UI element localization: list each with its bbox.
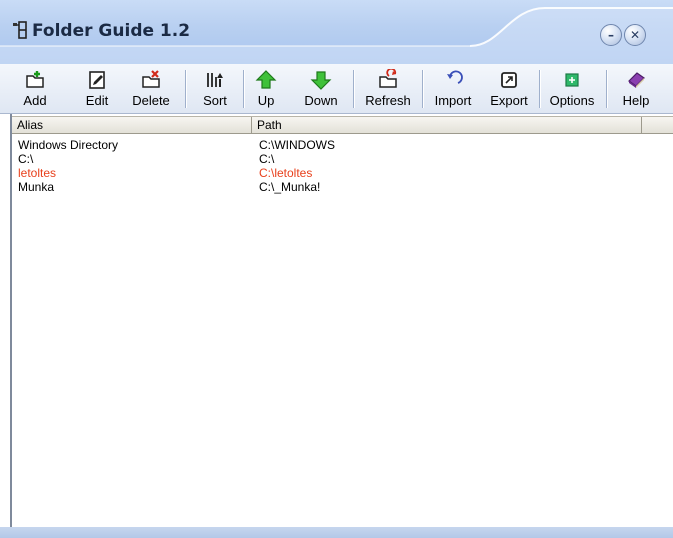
path-cell: C:\letoltes	[259, 166, 313, 180]
delete-label: Delete	[132, 93, 170, 108]
list-header: Alias Path	[12, 116, 673, 134]
list-item[interactable]: letoltes C:\letoltes	[12, 166, 673, 180]
delete-folder-icon	[142, 70, 160, 88]
alias-cell: C:\	[18, 152, 34, 166]
up-label: Up	[257, 93, 275, 108]
toolbar-separator	[185, 70, 187, 108]
up-button[interactable]: Up	[251, 67, 281, 111]
column-header-path[interactable]: Path	[252, 117, 642, 133]
folder-list[interactable]: Alias Path Windows Directory C:\WINDOWS …	[10, 114, 673, 527]
path-cell: C:\WINDOWS	[259, 138, 335, 152]
close-button[interactable]: ✕	[624, 24, 646, 46]
column-header-alias[interactable]: Alias	[12, 117, 252, 133]
folder-guide-app-icon	[13, 21, 27, 39]
window-bottom-border	[0, 527, 673, 538]
export-icon	[501, 72, 517, 88]
help-button[interactable]: Help	[618, 67, 654, 111]
add-button[interactable]: Add	[15, 67, 55, 111]
import-label: Import	[434, 93, 472, 108]
options-button[interactable]: Options	[545, 67, 599, 111]
import-icon	[447, 70, 463, 84]
list-item[interactable]: Windows Directory C:\WINDOWS	[12, 138, 673, 152]
minimize-icon: –	[608, 28, 614, 42]
path-cell: C:\	[259, 152, 275, 166]
toolbar-separator	[606, 70, 608, 108]
down-label: Down	[304, 93, 338, 108]
app-window: Folder Guide 1.2 – ✕ Add Edit Delete Sor…	[0, 0, 673, 538]
toolbar-separator	[539, 70, 541, 108]
window-title: Folder Guide 1.2	[32, 21, 191, 41]
toolbar-separator	[422, 70, 424, 108]
options-icon	[565, 73, 579, 87]
title-bar[interactable]: Folder Guide 1.2 – ✕	[0, 0, 673, 64]
sort-label: Sort	[203, 93, 227, 108]
refresh-label: Refresh	[365, 93, 411, 108]
import-button[interactable]: Import	[430, 67, 476, 111]
export-button[interactable]: Export	[485, 67, 533, 111]
path-cell: C:\_Munka!	[259, 180, 321, 194]
sort-button[interactable]: Sort	[197, 67, 233, 111]
help-label: Help	[622, 93, 650, 108]
close-icon: ✕	[629, 28, 641, 42]
list-item[interactable]: Munka C:\_Munka!	[12, 180, 673, 194]
add-folder-icon	[26, 71, 44, 88]
alias-cell: letoltes	[18, 166, 57, 180]
edit-icon	[89, 71, 105, 89]
list-item[interactable]: C:\ C:\	[12, 152, 673, 166]
refresh-button[interactable]: Refresh	[362, 67, 414, 111]
add-label: Add	[23, 93, 47, 108]
arrow-up-icon	[255, 70, 277, 89]
help-book-icon	[628, 72, 645, 88]
toolbar: Add Edit Delete Sort Up Down Refresh Imp…	[0, 64, 673, 114]
alias-cell: Munka	[18, 180, 55, 194]
edit-label: Edit	[85, 93, 109, 108]
toolbar-separator	[243, 70, 245, 108]
refresh-folder-icon	[379, 69, 397, 88]
toolbar-separator	[353, 70, 355, 108]
arrow-down-icon	[310, 71, 332, 90]
sort-icon	[207, 73, 223, 87]
down-button[interactable]: Down	[301, 67, 341, 111]
export-label: Export	[490, 93, 528, 108]
delete-button[interactable]: Delete	[128, 67, 174, 111]
options-label: Options	[549, 93, 595, 108]
minimize-button[interactable]: –	[600, 24, 622, 46]
edit-button[interactable]: Edit	[79, 67, 115, 111]
alias-cell: Windows Directory	[18, 138, 119, 152]
